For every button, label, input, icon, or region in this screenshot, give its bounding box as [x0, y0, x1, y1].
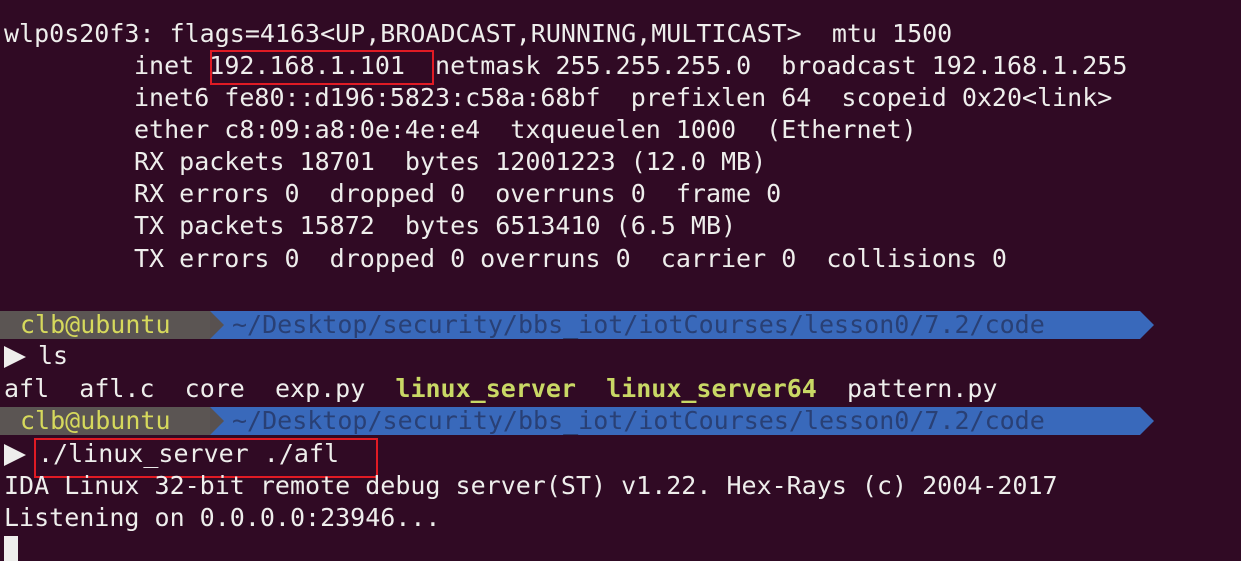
prompt-path: ~/Desktop/security/bbs_iot/iotCourses/le… [210, 407, 1154, 435]
ls-item: pattern.py [846, 374, 998, 403]
ls-item-executable: linux_server [395, 374, 577, 403]
ls-item: afl.c [79, 374, 155, 403]
inet-details: netmask 255.255.255.0 broadcast 192.168.… [404, 51, 1128, 80]
inet-label: inet [134, 51, 210, 80]
ifconfig-rx-packets-line: RX packets 18701 bytes 12001223 (12.0 MB… [134, 147, 767, 176]
ifconfig-inet-line: inet 192.168.1.101 netmask 255.255.255.0… [134, 50, 1127, 82]
ls-item-executable: linux_server64 [606, 374, 817, 403]
command-run-linux-server: ./linux_server ./afl [38, 439, 340, 468]
prompt-user: clb@ubuntu [0, 311, 210, 339]
server-listening: Listening on 0.0.0.0:23946... [4, 503, 441, 532]
terminal-cursor [4, 536, 18, 561]
ifconfig-tx-packets-line: TX packets 15872 bytes 6513410 (6.5 MB) [134, 211, 737, 240]
prompt-bar: clb@ubuntu ~/Desktop/security/bbs_iot/io… [0, 407, 1155, 435]
inet-address: 192.168.1.101 [209, 51, 405, 80]
ifconfig-rx-errors-line: RX errors 0 dropped 0 overruns 0 frame 0 [134, 179, 782, 208]
ls-item: exp.py [274, 374, 366, 403]
prompt-arrow-icon [4, 346, 26, 368]
prompt-arrow-icon [4, 444, 26, 466]
ls-output: afl afl.c core exp.py linux_server linux… [4, 373, 997, 405]
ifconfig-tx-errors-line: TX errors 0 dropped 0 overruns 0 carrier… [134, 244, 1007, 273]
prompt-user: clb@ubuntu [0, 407, 210, 435]
ls-item: core [184, 374, 245, 403]
prompt-path: ~/Desktop/security/bbs_iot/iotCourses/le… [210, 311, 1154, 339]
server-banner: IDA Linux 32-bit remote debug server(ST)… [4, 471, 1058, 500]
terminal-window[interactable]: wlp0s20f3: flags=4163<UP,BROADCAST,RUNNI… [0, 0, 1241, 561]
ifconfig-ether-line: ether c8:09:a8:0e:4e:e4 txqueuelen 1000 … [134, 115, 917, 144]
prompt-bar: clb@ubuntu ~/Desktop/security/bbs_iot/io… [0, 311, 1155, 339]
ifconfig-header: wlp0s20f3: flags=4163<UP,BROADCAST,RUNNI… [4, 19, 953, 48]
command-ls: ls [38, 341, 69, 370]
ls-item: afl [4, 374, 50, 403]
ifconfig-inet6-line: inet6 fe80::d196:5823:c58a:68bf prefixle… [134, 83, 1113, 112]
